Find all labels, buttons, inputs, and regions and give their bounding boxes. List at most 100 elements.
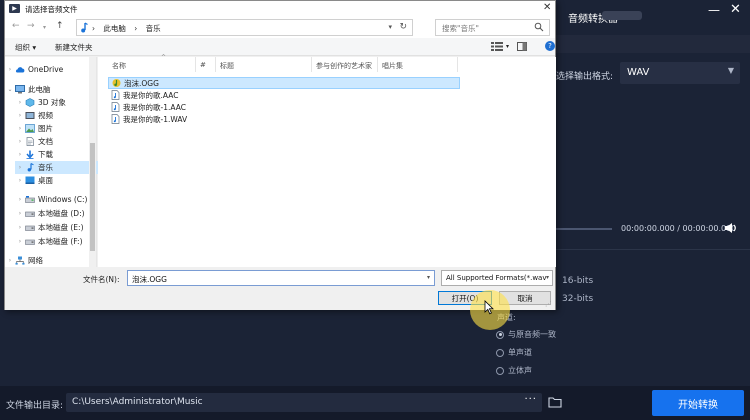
- tree-item-videos[interactable]: › 视频: [15, 109, 99, 122]
- chevron-right-icon[interactable]: ›: [15, 151, 25, 158]
- tree-item-downloads[interactable]: › 下载: [15, 148, 99, 161]
- output-path-field[interactable]: C:\Users\Administrator\Music ···: [66, 393, 542, 412]
- mouse-cursor-icon: [484, 300, 494, 315]
- forward-arrow-icon[interactable]: →: [27, 21, 35, 31]
- file-row[interactable]: 我是你的歌-1.AAC: [108, 101, 460, 113]
- chevron-right-icon[interactable]: ›: [5, 257, 15, 264]
- dialog-close-icon[interactable]: ✕: [543, 2, 551, 13]
- search-placeholder: 搜索"音乐": [442, 24, 479, 33]
- drive-icon: [25, 225, 35, 231]
- volume-icon[interactable]: [724, 222, 738, 234]
- column-header-number[interactable]: #: [196, 57, 216, 72]
- open-file-dialog: ▶ 请选择音频文件 ✕ ← → ▾ ↑ › 此电脑 › 音乐 ▾ ↻ 搜索"音乐…: [4, 0, 556, 310]
- column-header-title[interactable]: 标题: [216, 57, 312, 72]
- file-row[interactable]: 泡沫.OGG: [108, 77, 460, 89]
- tree-item-drive-d[interactable]: › 本地磁盘 (D:): [15, 207, 99, 220]
- file-name: 我是你的歌-1.AAC: [123, 102, 186, 112]
- video-icon: [25, 112, 35, 119]
- channel-radio-original[interactable]: 与原音频一致: [496, 329, 556, 340]
- chevron-right-icon[interactable]: ›: [15, 238, 25, 245]
- dialog-titlebar: ▶ 请选择音频文件 ✕: [5, 1, 555, 16]
- chevron-right-icon[interactable]: ›: [15, 138, 25, 145]
- chevron-right-icon[interactable]: ›: [15, 224, 25, 231]
- search-icon: [534, 22, 544, 32]
- chevron-right-icon[interactable]: ›: [15, 112, 25, 119]
- audio-file-icon: [111, 114, 120, 124]
- tree-item-label: Windows (C:): [38, 195, 88, 204]
- recent-dropdown-icon[interactable]: ▾: [43, 24, 46, 31]
- radio-label: 单声道: [508, 348, 532, 357]
- tree-item-documents[interactable]: › 文档: [15, 135, 99, 148]
- music-icon: [27, 163, 34, 172]
- chevron-down-icon[interactable]: ⌄: [5, 86, 15, 93]
- refresh-icon[interactable]: ↻: [399, 22, 407, 32]
- search-input[interactable]: 搜索"音乐": [435, 19, 550, 36]
- file-row[interactable]: 我是你的歌-1.WAV: [108, 113, 460, 125]
- breadcrumb-item[interactable]: 此电脑: [103, 24, 126, 33]
- scrollbar-thumb[interactable]: [90, 143, 95, 251]
- tree-item-desktop[interactable]: › 桌面: [15, 174, 99, 187]
- channel-radio-stereo[interactable]: 立体声: [496, 365, 532, 376]
- new-folder-button[interactable]: 新建文件夹: [55, 42, 93, 53]
- tree-item-onedrive[interactable]: › OneDrive: [5, 63, 89, 76]
- chevron-right-icon[interactable]: ›: [15, 177, 25, 184]
- address-bar[interactable]: › 此电脑 › 音乐 ▾ ↻: [76, 19, 413, 36]
- chevron-down-icon: ▼: [727, 66, 734, 75]
- chevron-down-icon[interactable]: ▾: [427, 274, 430, 281]
- tree-item-drive-f[interactable]: › 本地磁盘 (F:): [15, 235, 99, 248]
- tree-item-pictures[interactable]: › 图片: [15, 122, 99, 135]
- tree-item-this-pc[interactable]: ⌄ 此电脑: [5, 83, 89, 96]
- filename-value: 泡沫.OGG: [132, 275, 167, 284]
- breadcrumb-item[interactable]: 音乐: [146, 24, 161, 33]
- bits-32-option[interactable]: 32-bits: [562, 294, 593, 304]
- up-arrow-icon[interactable]: ↑: [56, 21, 64, 31]
- tree-item-music[interactable]: › 音乐: [15, 161, 99, 174]
- breadcrumb-separator: ›: [134, 24, 138, 33]
- drive-icon: [25, 196, 35, 203]
- filetype-select[interactable]: All Supported Formats(*.wav ▾: [441, 270, 553, 286]
- convert-button[interactable]: 开始转换: [652, 390, 744, 416]
- download-icon: [26, 150, 34, 159]
- close-icon[interactable]: ✕: [730, 2, 741, 17]
- tree-scrollbar[interactable]: [89, 57, 96, 267]
- chevron-right-icon[interactable]: ›: [15, 99, 25, 106]
- tree-item-3d-objects[interactable]: › 3D 对象: [15, 96, 99, 109]
- file-row[interactable]: 我是你的歌.AAC: [108, 89, 460, 101]
- chevron-right-icon[interactable]: ›: [15, 125, 25, 132]
- bits-16-option[interactable]: 16-bits: [562, 276, 593, 286]
- channel-radio-mono[interactable]: 单声道: [496, 347, 532, 358]
- address-dropdown-icon[interactable]: ▾: [388, 23, 392, 31]
- tree-item-drive-e[interactable]: › 本地磁盘 (E:): [15, 221, 99, 234]
- folder-tree: › OneDrive ⌄ 此电脑 › 3D 对象 › 视频 › 图片 › 文档: [5, 57, 99, 267]
- column-header-name[interactable]: ^ 名称: [108, 54, 196, 72]
- view-dropdown-icon[interactable]: ▾: [506, 43, 509, 50]
- radio-button-icon: [496, 348, 504, 357]
- tree-item-network[interactable]: › 网络: [5, 254, 89, 267]
- chevron-right-icon[interactable]: ›: [15, 196, 25, 203]
- organize-menu[interactable]: 组织 ▾: [15, 42, 36, 53]
- filename-label: 文件名(N):: [83, 275, 120, 284]
- resize-grip-icon[interactable]: ⋰: [545, 300, 552, 308]
- computer-icon: [15, 85, 25, 94]
- view-options-icon[interactable]: [491, 42, 503, 51]
- minimize-icon[interactable]: —: [708, 3, 720, 17]
- tree-item-drive-c[interactable]: › Windows (C:): [15, 193, 99, 206]
- dialog-title: 请选择音频文件: [25, 5, 78, 14]
- more-button[interactable]: ···: [524, 394, 537, 405]
- app-header-strip: [556, 35, 750, 53]
- format-select[interactable]: WAV ▼: [620, 62, 740, 84]
- chevron-right-icon[interactable]: ›: [15, 210, 25, 217]
- back-arrow-icon[interactable]: ←: [12, 21, 20, 31]
- ogg-file-icon: [112, 79, 121, 87]
- column-header-album[interactable]: 唱片集: [378, 57, 458, 72]
- chevron-right-icon[interactable]: ›: [15, 164, 25, 171]
- chevron-right-icon[interactable]: ›: [5, 66, 15, 73]
- help-icon[interactable]: ?: [545, 41, 555, 51]
- filename-input[interactable]: 泡沫.OGG ▾: [127, 270, 435, 286]
- app-title-blur: [602, 11, 642, 20]
- preview-pane-icon[interactable]: [517, 42, 527, 51]
- column-header-artists[interactable]: 参与创作的艺术家: [312, 57, 378, 72]
- folder-icon[interactable]: [548, 396, 562, 408]
- player-progress-bar[interactable]: [556, 228, 612, 230]
- file-name: 泡沫.OGG: [124, 78, 159, 88]
